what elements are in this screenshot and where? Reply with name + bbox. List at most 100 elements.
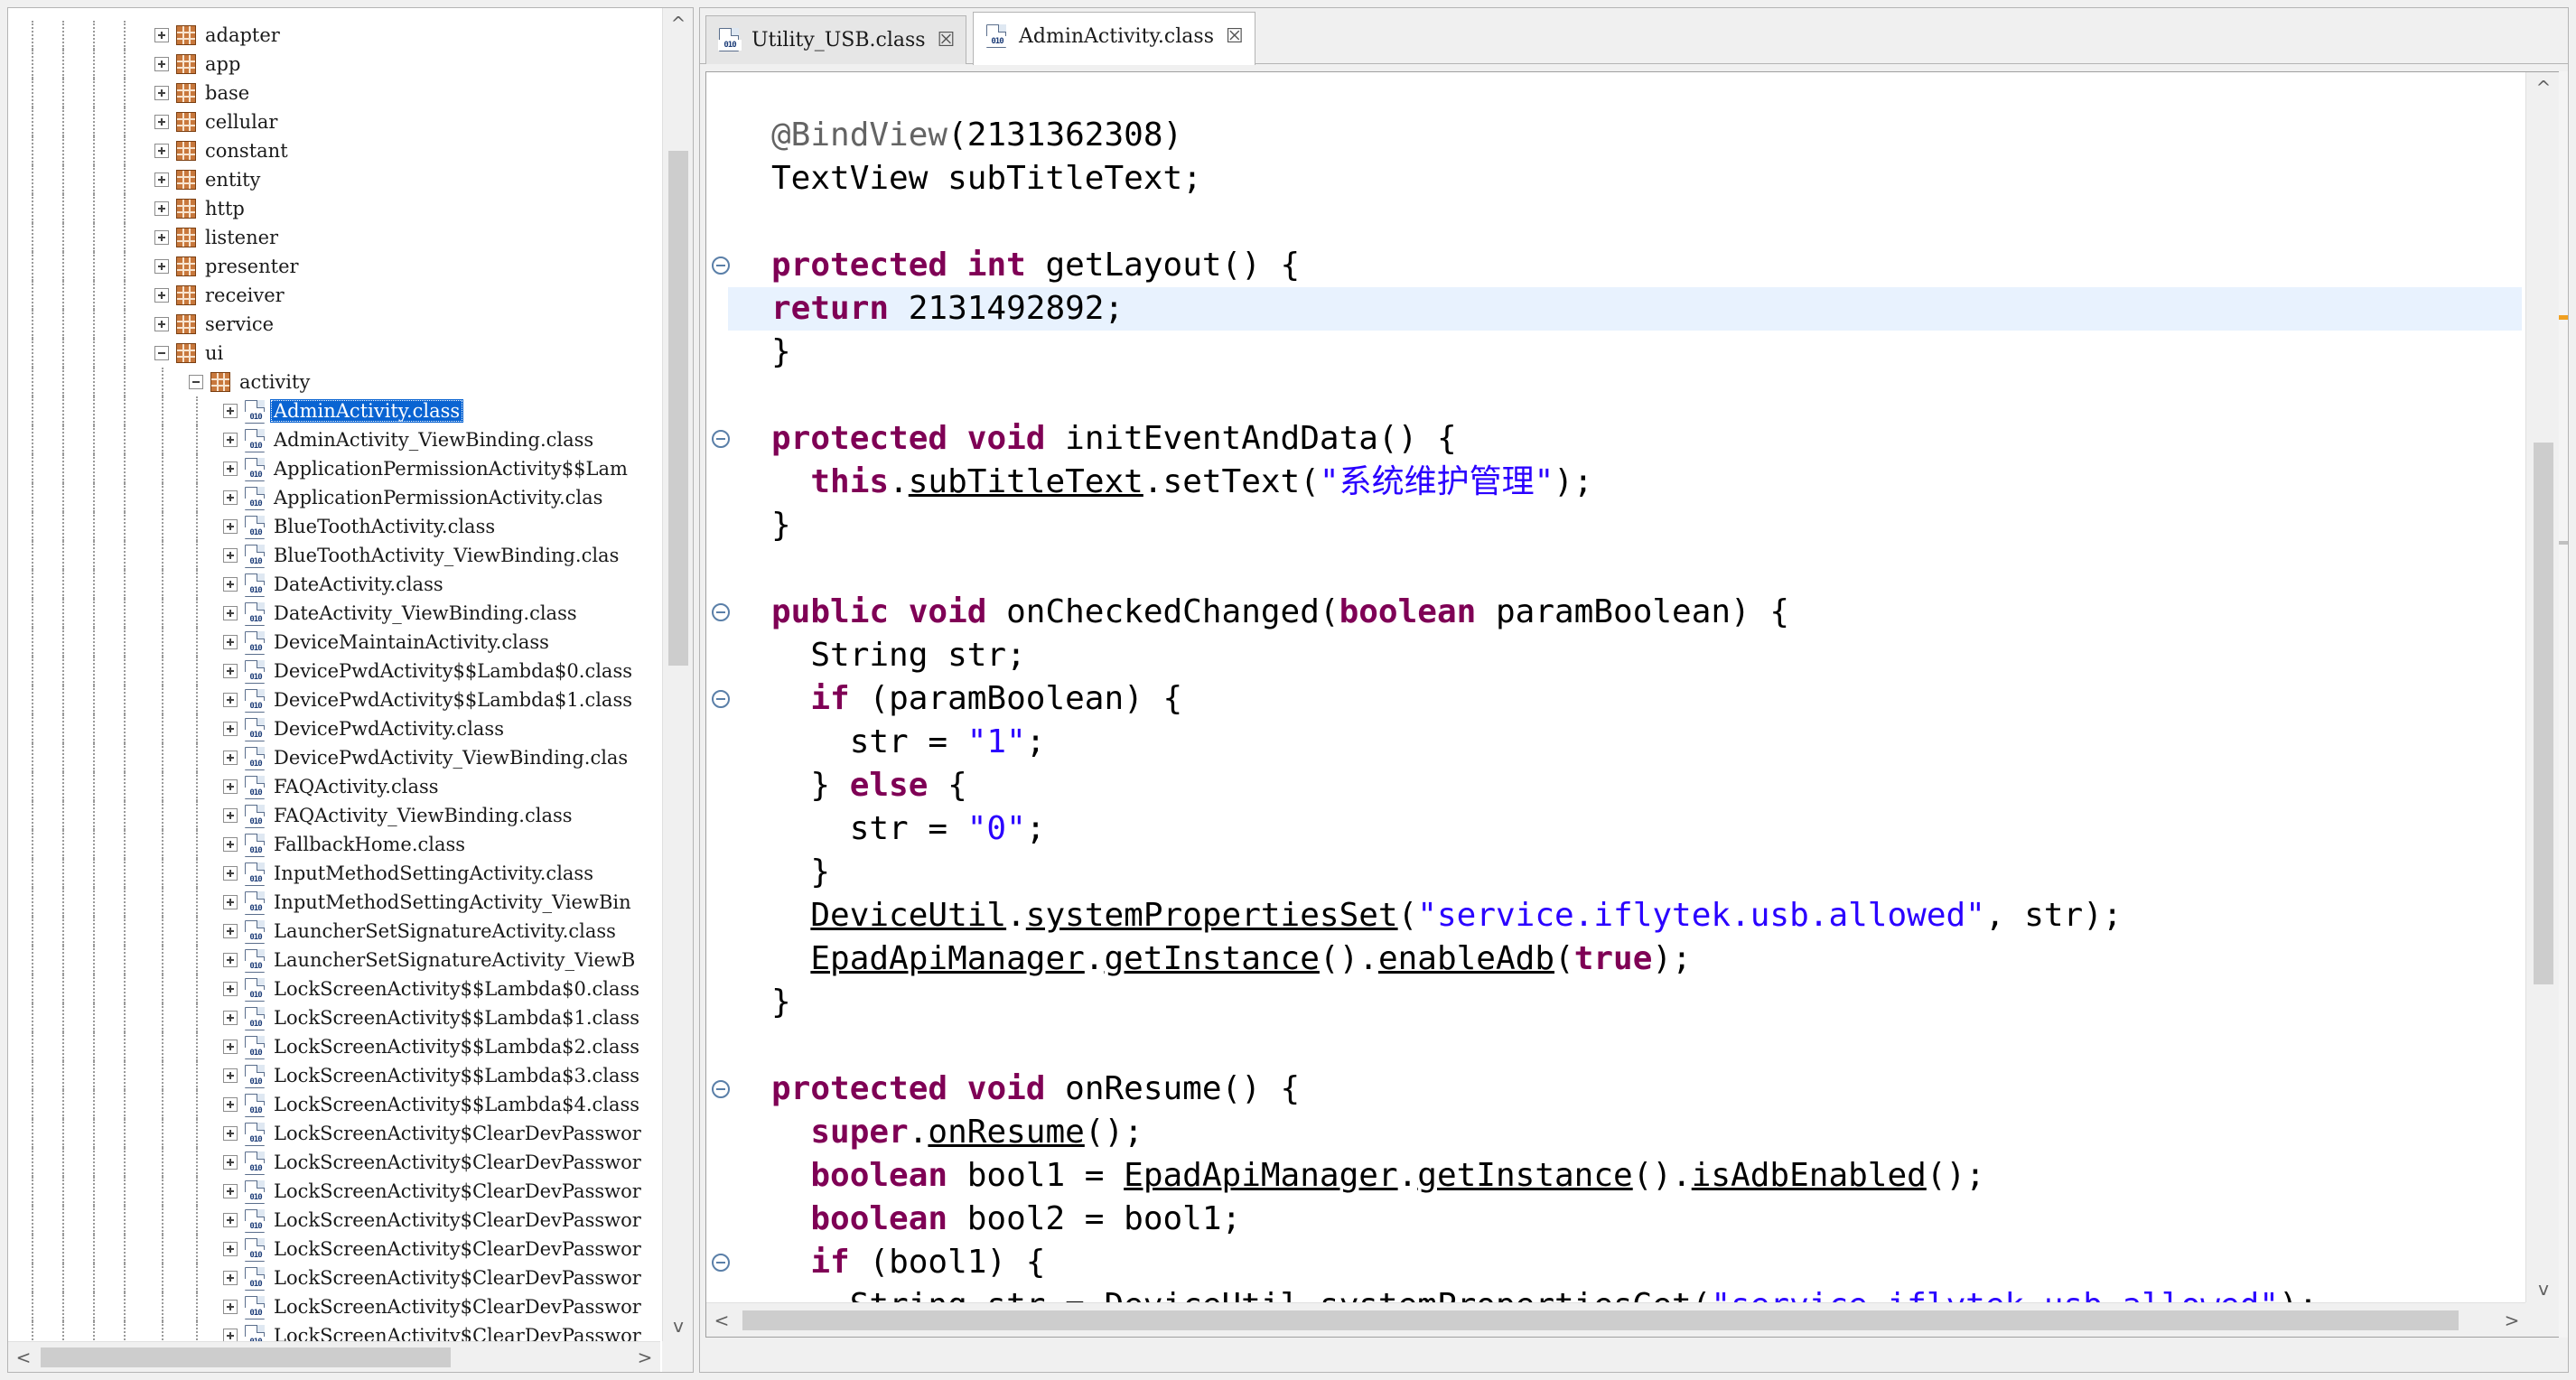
tree-node-label[interactable]: listener [201, 226, 282, 249]
tree-node-label[interactable]: service [201, 312, 277, 336]
collapse-fold-icon[interactable] [712, 430, 730, 448]
expand-node-icon[interactable] [223, 1068, 238, 1083]
code-line[interactable]: boolean bool1 = EpadApiManager.getInstan… [706, 1154, 2522, 1198]
tree-node-label[interactable]: ui [201, 341, 227, 365]
code-line[interactable]: str = "1"; [706, 721, 2522, 764]
collapse-fold-icon[interactable] [712, 256, 730, 275]
expand-node-icon[interactable] [223, 606, 238, 620]
tree-node-label[interactable]: DevicePwdActivity_ViewBinding.clas [270, 746, 631, 769]
expand-node-icon[interactable] [154, 259, 169, 274]
code-line[interactable]: @BindView(2131362308) [706, 114, 2522, 157]
tree-vertical-scroll-thumb[interactable] [668, 151, 688, 666]
expand-node-icon[interactable] [223, 1040, 238, 1054]
expand-node-icon[interactable] [223, 808, 238, 823]
tree-node-label[interactable]: LockScreenActivity$ClearDevPasswor [270, 1208, 645, 1232]
tree-node-label[interactable]: LockScreenActivity$$Lambda$0.class [270, 977, 643, 1001]
code-line[interactable]: } [706, 851, 2522, 894]
expand-node-icon[interactable] [154, 201, 169, 216]
tree-node-label[interactable]: ApplicationPermissionActivity.clas [270, 486, 606, 509]
tree-node-label[interactable]: DeviceMaintainActivity.class [270, 630, 553, 654]
code-line[interactable] [706, 374, 2522, 417]
expand-node-icon[interactable] [223, 1097, 238, 1112]
expand-node-icon[interactable] [223, 635, 238, 649]
tree-class-node[interactable]: 010 LockScreenActivity$$Lambda$2.class [8, 1032, 660, 1061]
tree-node-label[interactable]: receiver [201, 284, 288, 307]
expand-node-icon[interactable] [154, 57, 169, 71]
scroll-left-arrow-icon[interactable]: < [706, 1305, 737, 1336]
tree-node-label[interactable]: DevicePwdActivity.class [270, 717, 508, 741]
expand-node-icon[interactable] [223, 953, 238, 967]
scroll-up-arrow-icon[interactable]: ^ [2528, 72, 2559, 103]
expand-node-icon[interactable] [223, 519, 238, 534]
scroll-right-arrow-icon[interactable]: > [2497, 1305, 2527, 1336]
tree-class-node[interactable]: 010LockScreenActivity$ClearDevPasswor [8, 1206, 660, 1235]
code-line[interactable] [706, 1024, 2522, 1068]
tree-node-label[interactable]: DevicePwdActivity$$Lambda$0.class [270, 659, 636, 683]
expand-node-icon[interactable] [223, 837, 238, 852]
expand-node-icon[interactable] [154, 86, 169, 100]
code-vertical-scroll-thumb[interactable] [2534, 443, 2553, 984]
expand-node-icon[interactable] [223, 664, 238, 678]
tree-package-node[interactable]: presenter [8, 252, 660, 281]
expand-node-icon[interactable] [223, 722, 238, 736]
tree-package-node[interactable]: ui [8, 339, 660, 368]
tree-node-label[interactable]: http [201, 197, 248, 220]
expand-node-icon[interactable] [223, 1242, 238, 1256]
tree-vertical-scrollbar[interactable]: ^ v [662, 8, 693, 1341]
expand-node-icon[interactable] [223, 404, 238, 418]
expand-node-icon[interactable] [154, 28, 169, 42]
expand-node-icon[interactable] [223, 1300, 238, 1314]
tree-class-node[interactable]: 010LockScreenActivity$ClearDevPasswor [8, 1235, 660, 1263]
code-line[interactable]: } else { [706, 764, 2522, 807]
tree-package-node[interactable]: base [8, 79, 660, 107]
tree-node-label[interactable]: LockScreenActivity$ClearDevPasswor [270, 1266, 645, 1290]
tree-package-node[interactable]: cellular [8, 107, 660, 136]
tree-node-label[interactable]: DateActivity.class [270, 573, 447, 596]
expand-node-icon[interactable] [223, 693, 238, 707]
tree-package-node[interactable]: entity [8, 165, 660, 194]
expand-node-icon[interactable] [223, 490, 238, 505]
code-line[interactable]: protected int getLayout() { [706, 244, 2522, 287]
code-line[interactable]: DeviceUtil.systemPropertiesSet("service.… [706, 894, 2522, 937]
code-line[interactable]: boolean bool2 = bool1; [706, 1198, 2522, 1241]
expand-node-icon[interactable] [223, 1011, 238, 1025]
tree-node-label[interactable]: FAQActivity.class [270, 775, 443, 798]
collapse-node-icon[interactable] [154, 346, 169, 360]
tree-node-label[interactable]: adapter [201, 23, 284, 47]
tree-class-node[interactable]: 010 BlueToothActivity.class [8, 512, 660, 541]
close-tab-icon[interactable]: ☒ [938, 16, 956, 65]
tree-class-node[interactable]: 010 DevicePwdActivity$$Lambda$1.class [8, 685, 660, 714]
tree-node-label[interactable]: LauncherSetSignatureActivity_ViewB [270, 948, 639, 972]
tree-node-label[interactable]: LockScreenActivity$ClearDevPasswor [270, 1295, 645, 1319]
tree-package-node[interactable]: service [8, 310, 660, 339]
expand-node-icon[interactable] [223, 462, 238, 476]
tree-package-node[interactable]: adapter [8, 21, 660, 50]
tab-admin-activity[interactable]: 010 AdminActivity.class ☒ [973, 12, 1255, 65]
code-line[interactable]: protected void initEventAndData() { [706, 417, 2522, 461]
tree-node-label[interactable]: entity [201, 168, 264, 191]
expand-node-icon[interactable] [223, 779, 238, 794]
expand-node-icon[interactable] [223, 433, 238, 447]
tree-node-label[interactable]: LockScreenActivity$ClearDevPasswor [270, 1122, 645, 1145]
tree-package-node[interactable]: receiver [8, 281, 660, 310]
scroll-left-arrow-icon[interactable]: < [8, 1342, 39, 1372]
tree-class-node[interactable]: 010 LockScreenActivity$$Lambda$3.class [8, 1061, 660, 1090]
tree-node-label[interactable]: LockScreenActivity$ClearDevPasswor [270, 1180, 645, 1203]
collapse-fold-icon[interactable] [712, 603, 730, 621]
tree-node-label[interactable]: AdminActivity.class [270, 399, 464, 423]
expand-node-icon[interactable] [154, 144, 169, 158]
scroll-up-arrow-icon[interactable]: ^ [663, 8, 693, 39]
scroll-down-arrow-icon[interactable]: v [2528, 1273, 2559, 1304]
tree-class-node[interactable]: 010 DevicePwdActivity$$Lambda$0.class [8, 657, 660, 685]
tree-node-label[interactable]: activity [236, 370, 313, 394]
tree-class-node[interactable]: 010 BlueToothActivity_ViewBinding.clas [8, 541, 660, 570]
tree-class-node[interactable]: 010 DevicePwdActivity.class [8, 714, 660, 743]
collapse-fold-icon[interactable] [712, 1080, 730, 1098]
tree-class-node[interactable]: 010LockScreenActivity$ClearDevPasswor [8, 1148, 660, 1177]
tree-node-label[interactable]: LockScreenActivity$$Lambda$3.class [270, 1064, 643, 1087]
ruler-marker[interactable] [2559, 541, 2568, 545]
tree-node-label[interactable]: base [201, 81, 253, 105]
code-line[interactable]: } [706, 504, 2522, 547]
tree-node-label[interactable]: LockScreenActivity$$Lambda$4.class [270, 1093, 643, 1116]
tree-class-node[interactable]: 010 DateActivity_ViewBinding.class [8, 599, 660, 628]
